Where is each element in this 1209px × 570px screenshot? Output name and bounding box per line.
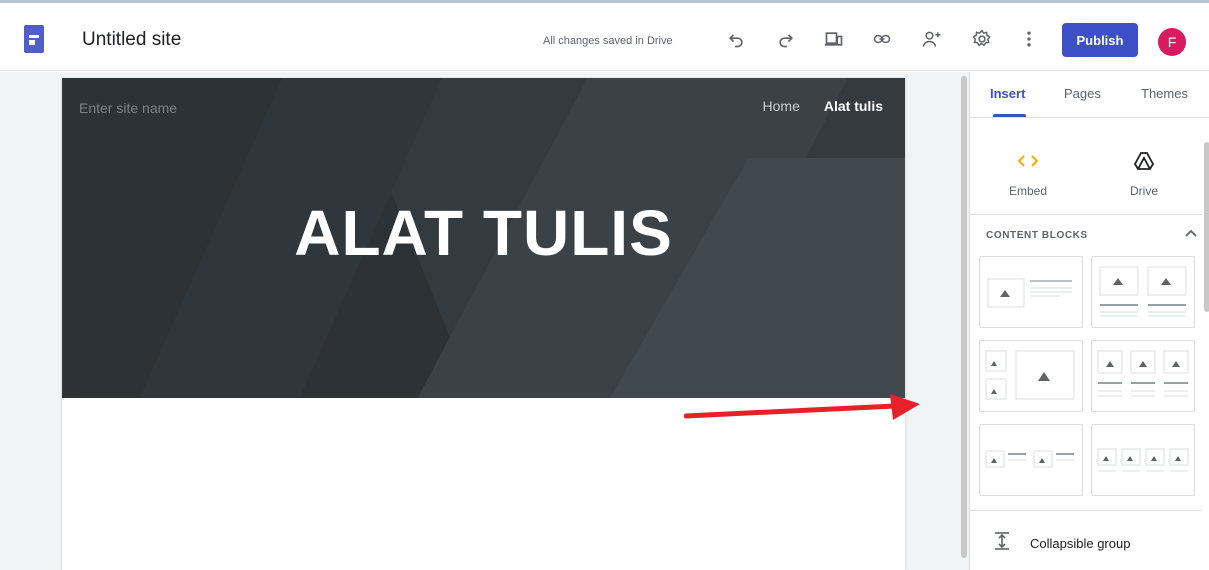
- site-page: Enter site name Home Alat tulis ALAT TUL…: [62, 78, 905, 570]
- more-vert-icon[interactable]: [1017, 27, 1041, 51]
- drive-icon: [1104, 150, 1184, 172]
- content-block-two-images-text[interactable]: [1091, 256, 1195, 328]
- nav-link-alat-tulis[interactable]: Alat tulis: [824, 98, 883, 114]
- editor-canvas: Enter site name Home Alat tulis ALAT TUL…: [0, 72, 960, 570]
- block-thumbnail: [1097, 448, 1189, 472]
- block-thumbnail: [1097, 350, 1189, 397]
- insert-drive-button[interactable]: Drive: [1104, 150, 1184, 198]
- collapsible-group-label[interactable]: Collapsible group: [1030, 536, 1130, 551]
- content-block-image-text-pairs[interactable]: [979, 424, 1083, 496]
- top-app-bar: Untitled site All changes saved in Drive…: [0, 3, 1209, 71]
- block-thumbnail: [985, 350, 1075, 400]
- redo-icon[interactable]: [774, 27, 798, 51]
- insert-embed-button[interactable]: Embed: [988, 150, 1068, 198]
- active-tab-indicator: [993, 114, 1026, 117]
- site-navigation: Home Alat tulis: [763, 98, 883, 114]
- content-block-gallery[interactable]: [979, 340, 1083, 412]
- drive-label: Drive: [1129, 184, 1158, 198]
- link-icon[interactable]: [870, 27, 894, 51]
- canvas-scrollbar-thumb[interactable]: [961, 76, 967, 558]
- site-title[interactable]: Untitled site: [82, 29, 181, 51]
- block-thumbnail: [987, 278, 1072, 308]
- share-icon[interactable]: [920, 27, 944, 51]
- publish-button[interactable]: Publish: [1062, 23, 1138, 57]
- panel-tabs: Insert Pages Themes: [970, 72, 1209, 118]
- panel-scrollbar-thumb[interactable]: [1204, 142, 1209, 312]
- sites-logo-icon[interactable]: [24, 25, 44, 53]
- hero-title[interactable]: ALAT TULIS: [62, 196, 905, 270]
- page-header-banner[interactable]: Enter site name Home Alat tulis ALAT TUL…: [62, 78, 905, 398]
- undo-icon[interactable]: [724, 27, 748, 51]
- site-name-input[interactable]: Enter site name: [79, 100, 177, 116]
- block-thumbnail: [1099, 266, 1187, 317]
- tab-insert[interactable]: Insert: [990, 86, 1025, 101]
- content-block-three-images-text[interactable]: [1091, 340, 1195, 412]
- embed-code-icon: [988, 150, 1068, 172]
- nav-link-home[interactable]: Home: [763, 98, 800, 114]
- block-thumbnail: [985, 450, 1074, 468]
- settings-icon[interactable]: [970, 27, 994, 51]
- content-blocks-heading: CONTENT BLOCKS: [986, 230, 1088, 241]
- save-status-text: All changes saved in Drive: [543, 35, 673, 47]
- tab-themes[interactable]: Themes: [1141, 86, 1188, 101]
- panel-divider: [970, 510, 1202, 511]
- red-arrow-annotation: [684, 394, 920, 420]
- content-block-image-text[interactable]: [979, 256, 1083, 328]
- tab-pages[interactable]: Pages: [1064, 86, 1101, 101]
- account-avatar[interactable]: F: [1158, 28, 1186, 56]
- preview-icon[interactable]: [822, 27, 846, 51]
- side-panel: Insert Pages Themes Embed Drive CONTENT …: [969, 72, 1209, 570]
- panel-divider: [970, 214, 1202, 215]
- content-block-four-images-text[interactable]: [1091, 424, 1195, 496]
- chevron-up-icon[interactable]: [1184, 226, 1198, 240]
- embed-label: Embed: [1008, 184, 1048, 198]
- collapsible-group-icon: [995, 532, 1009, 550]
